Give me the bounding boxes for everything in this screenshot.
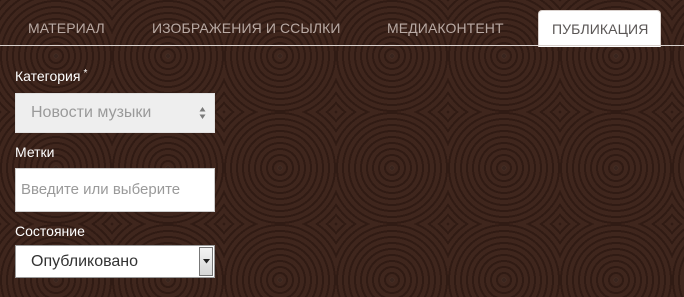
tags-input-placeholder: Введите или выберите (21, 181, 181, 198)
category-select[interactable]: Новости музыки (15, 93, 215, 133)
select-arrows-icon (199, 107, 206, 119)
chevron-down-icon (203, 259, 210, 264)
tab-material[interactable]: МАТЕРИАЛ (28, 10, 105, 46)
required-mark: * (83, 68, 88, 79)
state-dropdown-button[interactable] (199, 247, 213, 276)
tab-publication[interactable]: ПУБЛИКАЦИЯ (538, 10, 661, 47)
category-label-text: Категория (15, 68, 81, 84)
state-label: Состояние (15, 223, 85, 239)
tab-images-links[interactable]: ИЗОБРАЖЕНИЯ И ССЫЛКИ (152, 10, 341, 46)
category-label: Категория * (15, 68, 87, 84)
tab-bar-divider (0, 45, 684, 46)
category-select-value: Новости музыки (31, 104, 152, 121)
state-select[interactable]: Опубликовано (15, 245, 215, 278)
tags-input[interactable]: Введите или выберите (15, 168, 215, 212)
state-select-value: Опубликовано (31, 253, 139, 270)
tab-media-content[interactable]: МЕДИАКОНТЕНТ (387, 10, 504, 46)
tags-label: Метки (15, 144, 55, 160)
tab-bar: МАТЕРИАЛ ИЗОБРАЖЕНИЯ И ССЫЛКИ МЕДИАКОНТЕ… (0, 0, 684, 47)
